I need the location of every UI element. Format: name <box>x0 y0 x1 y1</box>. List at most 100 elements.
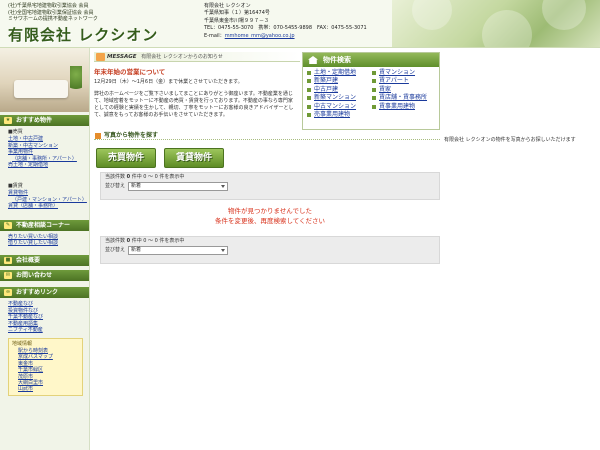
search-link-sale-business[interactable]: 売事業用建物 <box>307 111 372 119</box>
rent-link[interactable]: 賃貸物件 <box>8 190 85 197</box>
sort-label: 並び替え <box>105 247 126 253</box>
sort-select[interactable]: 新着 <box>128 182 229 191</box>
results-count: 当該件数 0 件中 0 ～ 0 件を表示中 <box>101 237 439 246</box>
chat-icon: ✎ <box>4 221 12 229</box>
email-label: E-mail： <box>204 32 225 39</box>
search-link-used-mansion[interactable]: 中古マンション <box>307 103 372 111</box>
email-link[interactable]: mmhome_mm@yahoo.co.jp <box>225 33 295 39</box>
consult-header[interactable]: ✎ 不動産相談コーナー <box>0 219 89 231</box>
rent-link[interactable]: 賃貸（店舗・事務所） <box>8 203 85 210</box>
search-link-used-house[interactable]: 中古戸建 <box>307 86 372 94</box>
assoc-line: (社)千葉県宅地建物取引業協会 会員 <box>8 3 89 9</box>
link-icon: ∞ <box>4 288 12 296</box>
area-link[interactable]: 山武市 <box>12 386 79 392</box>
sort-row: 並び替え 新着 <box>101 182 439 191</box>
links-header: ∞ おすすめリンク <box>0 286 89 298</box>
area-title: 地域情報 <box>12 340 33 347</box>
company-label: 会社概要 <box>16 256 41 264</box>
results-count: 当該件数 0 件中 0 ～ 0 件を表示中 <box>101 173 439 182</box>
links-label: おすすめリンク <box>16 288 59 296</box>
contact-label: お問い合わせ <box>16 271 53 279</box>
search-link-rent-apartment[interactable]: 賃アパート <box>372 77 437 85</box>
email-line: E-mail：mmhome_mm@yahoo.co.jp <box>204 33 367 40</box>
consult-link[interactable]: 借りたい貸したい相談 <box>8 240 85 247</box>
recommended-links: 不動産なび 投資物件なび 千葉不動産なび 不動産用語集 ニフティ不動産 <box>0 298 89 334</box>
sort-row: 並び替え 新着 <box>101 246 439 255</box>
association-info: (社)千葉県宅地建物取引業協会 会員 (社)全国宅地建物取引業保証協会 会員 ミ… <box>8 3 98 23</box>
photo-search-title-text: 写真から物件を探す <box>104 132 159 139</box>
count-label: 当該件数 <box>105 174 126 180</box>
search-link-new-mansion[interactable]: 新築マンション <box>307 94 372 102</box>
photo-search-title: 写真から物件を探す <box>94 132 440 140</box>
license-number: 千葉県知事（１）第16474号 <box>204 10 270 17</box>
notepad-icon <box>96 53 105 61</box>
consult-group: 売りたい買いたい相談 借りたい貸したい相談 <box>0 231 89 247</box>
search-link-rent-business[interactable]: 賃事業用建物 <box>372 103 437 111</box>
not-found-message: 物件が見つかりませんでした 条件を変更後、再度検索してください <box>100 206 440 226</box>
square-bullet-icon <box>95 133 101 139</box>
photo-buttons: 売買物件 賃貸物件 <box>94 148 440 170</box>
rent-properties-button[interactable]: 賃貸物件 <box>164 148 224 168</box>
message-panel: MESSAGE 有限会社 レクシオンからのお知らせ 年末年始の営業について 12… <box>94 52 300 130</box>
rent-heading: ■賃貸 <box>8 182 23 189</box>
message-title: 年末年始の営業について <box>94 68 166 76</box>
building-icon: ■ <box>4 256 12 264</box>
sort-select[interactable]: 新着 <box>128 246 229 255</box>
property-search-header: 物件検索 <box>303 53 439 67</box>
sort-value: 新着 <box>131 247 142 253</box>
recommended-link[interactable]: 不動産なび <box>8 301 85 308</box>
photo-search-section: 写真から物件を探す 売買物件 賃貸物件 <box>94 132 440 170</box>
mail-icon: ✉ <box>4 271 12 279</box>
message-date: 12月29日（木）～1月6日（金）まで休業とさせていただきます。 <box>94 79 243 85</box>
sort-value: 新着 <box>131 183 142 189</box>
recommended-link[interactable]: ニフティ不動産 <box>8 327 85 334</box>
search-link-rent-office[interactable]: 賃店舗・賃事務所 <box>372 94 437 102</box>
recommend-label: おすすめ物件 <box>16 117 53 124</box>
site-header: (社)千葉県宅地建物取引業協会 会員 (社)全国宅地建物取引業保証協会 会員 ミ… <box>0 0 600 48</box>
photo-search-note: 有限会社 レクシオンの物件を写真からお探しいただけます <box>444 137 576 143</box>
search-link-new-house[interactable]: 新築戸建 <box>307 77 372 85</box>
sale-properties-button[interactable]: 売買物件 <box>96 148 156 168</box>
range-text: 件中 0 ～ 0 件を表示中 <box>131 174 185 180</box>
sale-heading: ■売買 <box>8 129 23 135</box>
consult-label: 不動産相談コーナー <box>16 221 71 229</box>
not-found-line: 物件が見つかりませんでした <box>228 207 312 215</box>
phone-line: TEL：0475-55-3070 携帯：070-5455-9898 FAX：04… <box>204 25 367 32</box>
sort-label: 並び替え <box>105 183 126 189</box>
house-icon <box>308 56 318 64</box>
chevron-down-icon <box>221 185 226 188</box>
contact-info: 有限会社 レクシオン 千葉県知事（１）第16474号 千葉県東金市川場９９７－３… <box>204 3 367 40</box>
sale-link[interactable]: 売土地・定期借地 <box>8 162 85 169</box>
count-value: 0 <box>126 174 131 180</box>
recommend-header[interactable]: ★ おすすめ物件 <box>0 115 89 126</box>
site-logo[interactable]: 有限会社 レクシオン <box>8 24 158 45</box>
sale-link[interactable]: 土地・中古戸建 <box>8 136 85 143</box>
area-info-box: 地域情報 駅から時刻表 京成バスマップ 東金市 千葉市緑区 茂原市 大網白里市 … <box>8 337 83 396</box>
contact-button[interactable]: ✉ お問い合わせ <box>0 269 89 281</box>
rent-group: ■賃貸 賃貸物件 （戸建・マンション・アパート） 賃貸（店舗・事務所） <box>0 169 89 210</box>
search-link-rent-house[interactable]: 賃家 <box>372 86 437 94</box>
message-header: MESSAGE 有限会社 レクシオンからのお知らせ <box>94 52 300 62</box>
star-icon: ★ <box>4 117 12 124</box>
not-found-line: 条件を変更後、再度検索してください <box>214 217 326 225</box>
left-sidebar: ★ おすすめ物件 ■売買 土地・中古戸建 新築・中古マンション 事業用物件 （店… <box>0 48 90 450</box>
property-search-links: 土地・定期借地 賃マンション 新築戸建 賃アパート 中古戸建 賃家 新築マンショ… <box>303 67 439 119</box>
message-body: 弊社のホームページをご覧下さいましてまことにありがとう御座います。不動産業を通じ… <box>94 91 294 118</box>
count-value: 0 <box>126 238 131 244</box>
assoc-line: ミサワホームの提携不動産ネットワーク <box>8 16 98 22</box>
count-label: 当該件数 <box>105 238 126 244</box>
range-text: 件中 0 ～ 0 件を表示中 <box>131 238 185 244</box>
company-button[interactable]: ■ 会社概要 <box>0 254 89 266</box>
sale-group: ■売買 土地・中古戸建 新築・中古マンション 事業用物件 （店舗・事務所・アパー… <box>0 126 89 169</box>
results-bar-bottom: 当該件数 0 件中 0 ～ 0 件を表示中 並び替え 新着 <box>100 236 440 264</box>
header-photo <box>392 0 600 47</box>
property-search-panel: 物件検索 土地・定期借地 賃マンション 新築戸建 賃アパート 中古戸建 賃家 新… <box>302 52 440 130</box>
sale-link[interactable]: 事業用物件 <box>8 149 85 156</box>
chevron-down-icon <box>221 249 226 252</box>
recommended-link[interactable]: 千葉不動産なび <box>8 314 85 321</box>
results-bar-top: 当該件数 0 件中 0 ～ 0 件を表示中 並び替え 新着 <box>100 172 440 200</box>
sidebar-photo <box>0 48 89 112</box>
message-subtitle: 有限会社 レクシオンからのお知らせ <box>141 54 223 60</box>
property-search-title: 物件検索 <box>323 56 351 64</box>
message-label: MESSAGE <box>107 54 137 60</box>
